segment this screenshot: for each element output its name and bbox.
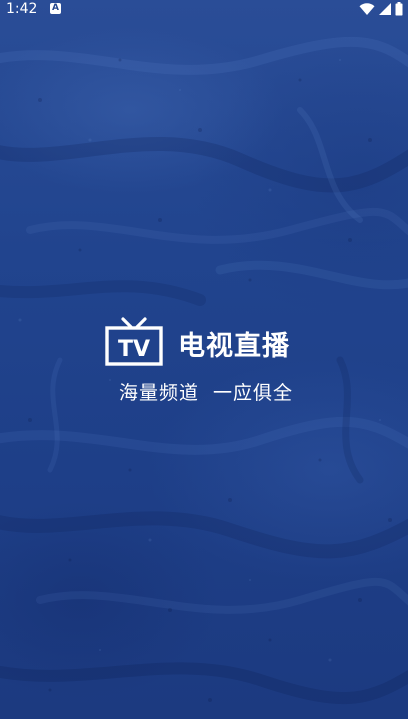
- status-bar: 1:42 A: [0, 0, 408, 18]
- app-title: 电视直播: [178, 331, 290, 362]
- tv-icon: TV: [105, 317, 163, 366]
- cellular-signal-icon: [379, 3, 391, 15]
- app-logo: TV 电视直播: [104, 316, 304, 368]
- notification-icon: A: [50, 3, 61, 14]
- battery-icon: [395, 2, 403, 16]
- status-icons: [359, 1, 403, 17]
- tv-icon-label: TV: [118, 337, 150, 362]
- splash-screen: 1:42 A TV 电视直播 海量频道 一应俱全: [0, 0, 408, 719]
- wifi-icon: [359, 3, 375, 16]
- status-time: 1:42: [6, 1, 38, 17]
- app-tagline: 海量频道 一应俱全: [118, 382, 294, 404]
